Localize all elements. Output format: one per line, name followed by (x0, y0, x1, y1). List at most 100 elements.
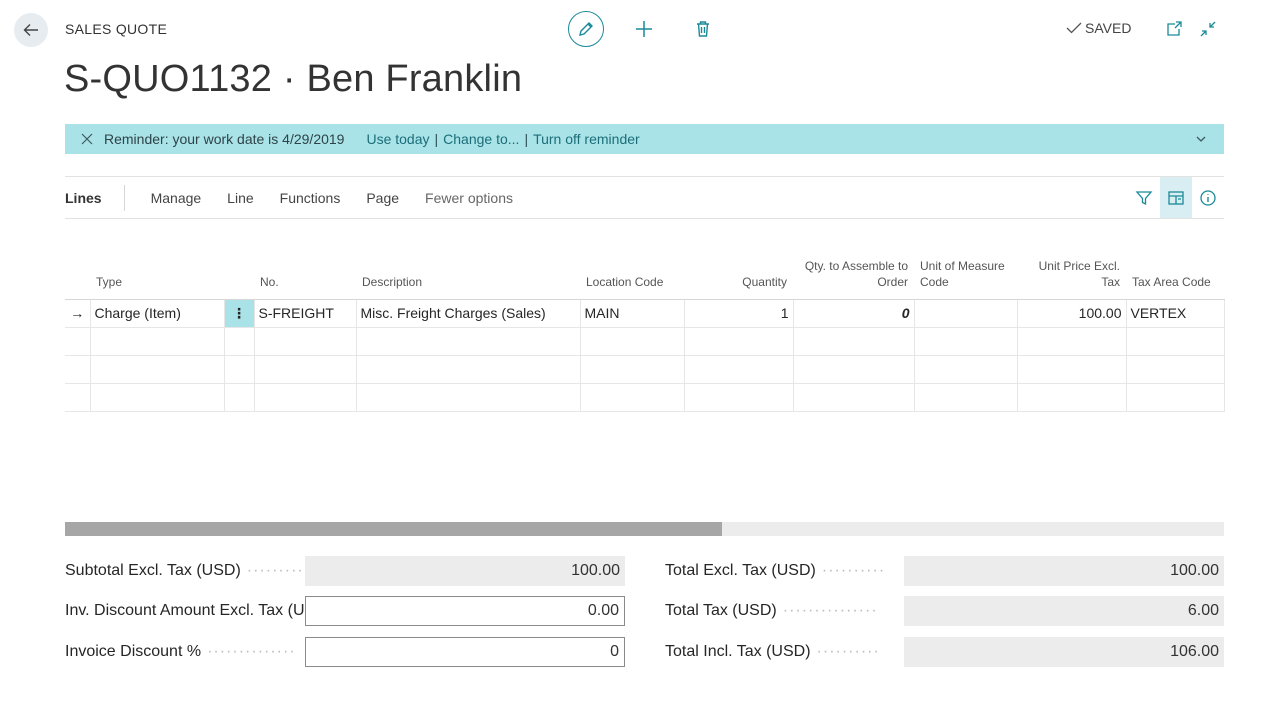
plus-icon (636, 21, 652, 37)
chevron-down-icon[interactable] (1194, 132, 1208, 146)
cell-unit-of-measure[interactable] (914, 383, 1018, 412)
cell-quantity[interactable]: 1 (684, 299, 794, 328)
cell-unit-price[interactable] (1017, 327, 1127, 356)
invoice-discount-pct-label-text: Invoice Discount % (65, 643, 202, 660)
cell-tax-area-code[interactable] (1126, 355, 1225, 384)
row-indicator (65, 327, 91, 356)
cell-tax-area-code[interactable]: VERTEX (1126, 299, 1225, 328)
header-quantity[interactable]: Quantity (684, 238, 793, 300)
menu-line[interactable]: Line (227, 190, 253, 206)
cell-unit-price[interactable] (1017, 383, 1127, 412)
dot-leader: ··············· (782, 602, 878, 619)
filter-button[interactable] (1128, 177, 1160, 218)
cell-type[interactable]: Charge (Item) (90, 299, 225, 328)
inv-discount-label-text: Inv. Discount Amount Excl. Tax (U... (65, 602, 305, 619)
collapse-button[interactable] (1199, 20, 1217, 38)
cell-quantity[interactable] (684, 355, 794, 384)
saved-status: SAVED (1066, 20, 1131, 36)
cell-location-code[interactable] (580, 355, 685, 384)
table-row[interactable]: → Charge (Item) ⋮ S-FREIGHT Misc. Freigh… (65, 299, 1225, 328)
cell-no[interactable] (254, 355, 357, 384)
cell-unit-of-measure[interactable] (914, 299, 1018, 328)
cell-no[interactable] (254, 383, 357, 412)
cell-location-code[interactable]: MAIN (580, 299, 685, 328)
use-today-link[interactable]: Use today (366, 131, 429, 147)
row-indicator-arrow-icon: → (65, 299, 91, 328)
cell-unit-price[interactable]: 100.00 (1017, 299, 1127, 328)
lines-action-bar: Lines Manage Line Functions Page Fewer o… (65, 176, 1224, 219)
invoice-discount-pct-input[interactable]: 0 (305, 637, 625, 667)
cell-description[interactable] (356, 355, 581, 384)
reminder-text: Reminder: your work date is 4/29/2019 (104, 131, 345, 147)
header-unit-price[interactable]: Unit Price Excl. Tax (1017, 238, 1126, 300)
cell-qty-to-assemble[interactable] (793, 383, 915, 412)
cell-location-code[interactable] (580, 383, 685, 412)
pencil-icon (579, 22, 593, 36)
row-actions-icon[interactable]: ⋮ (224, 299, 255, 328)
cell-no[interactable] (254, 327, 357, 356)
scrollbar-thumb[interactable] (65, 522, 723, 536)
row-indicator (65, 383, 91, 412)
menu-manage[interactable]: Manage (151, 190, 202, 206)
cell-description[interactable] (356, 327, 581, 356)
table-row[interactable] (65, 327, 1225, 356)
cell-type[interactable] (90, 383, 225, 412)
header-qty-to-assemble[interactable]: Qty. to Assemble to Order (793, 238, 914, 300)
cell-unit-of-measure[interactable] (914, 355, 1018, 384)
cell-qty-to-assemble[interactable] (793, 327, 915, 356)
cell-location-code[interactable] (580, 327, 685, 356)
header-no[interactable]: No. (254, 238, 356, 300)
total-incl-label: Total Incl. Tax (USD) ·········· (665, 643, 905, 661)
info-icon (1200, 189, 1216, 206)
horizontal-scrollbar[interactable] (65, 522, 1224, 536)
row-gutter (224, 327, 255, 356)
inv-discount-row: Inv. Discount Amount Excl. Tax (U...· (65, 596, 305, 626)
dot-leader: ·········· (816, 643, 880, 660)
inv-discount-input[interactable]: 0.00 (305, 596, 625, 626)
lines-label: Lines (65, 184, 125, 211)
cell-unit-of-measure[interactable] (914, 327, 1018, 356)
cell-description[interactable]: Misc. Freight Charges (Sales) (356, 299, 581, 328)
header-tax-area-code[interactable]: Tax Area Code (1126, 238, 1224, 300)
table-row[interactable] (65, 383, 1225, 412)
open-new-window-button[interactable] (1165, 20, 1183, 38)
cell-type[interactable] (90, 355, 225, 384)
cell-qty-to-assemble[interactable]: 0 (793, 299, 915, 328)
header-unit-of-measure[interactable]: Unit of Measure Code (914, 238, 1017, 300)
header-location-code[interactable]: Location Code (580, 238, 684, 300)
delete-button[interactable] (692, 17, 714, 41)
menu-fewer-options[interactable]: Fewer options (425, 190, 513, 206)
cell-type[interactable] (90, 327, 225, 356)
total-incl-label-text: Total Incl. Tax (USD) (665, 643, 811, 660)
new-button[interactable] (632, 17, 656, 41)
total-excl-row: Total Excl. Tax (USD) ·········· (665, 556, 905, 586)
cell-tax-area-code[interactable] (1126, 327, 1225, 356)
header-description[interactable]: Description (356, 238, 580, 300)
invoice-discount-pct-row: Invoice Discount % ·············· (65, 637, 305, 667)
cell-quantity[interactable] (684, 327, 794, 356)
menu-functions[interactable]: Functions (280, 190, 341, 206)
dot-leader: ·············· (207, 643, 296, 660)
edit-button[interactable] (568, 11, 604, 47)
total-tax-row: Total Tax (USD) ··············· (665, 596, 905, 626)
table-row[interactable] (65, 355, 1225, 384)
info-button[interactable] (1192, 177, 1224, 218)
cell-description[interactable] (356, 383, 581, 412)
close-icon[interactable] (80, 132, 94, 146)
cell-quantity[interactable] (684, 383, 794, 412)
cell-tax-area-code[interactable] (1126, 383, 1225, 412)
back-button[interactable] (14, 13, 48, 47)
subtotal-value: 100.00 (305, 556, 625, 586)
menu-page[interactable]: Page (366, 190, 399, 206)
cell-no[interactable]: S-FREIGHT (254, 299, 357, 328)
change-to-link[interactable]: Change to... (443, 131, 519, 147)
subtotal-label-text: Subtotal Excl. Tax (USD) (65, 562, 241, 579)
header-indicator (65, 238, 90, 300)
cell-unit-price[interactable] (1017, 355, 1127, 384)
total-excl-value: 100.00 (904, 556, 1224, 586)
arrow-left-icon (23, 24, 38, 36)
turn-off-reminder-link[interactable]: Turn off reminder (533, 131, 640, 147)
cell-qty-to-assemble[interactable] (793, 355, 915, 384)
header-type[interactable]: Type (90, 238, 224, 300)
factbox-button[interactable] (1160, 177, 1192, 218)
